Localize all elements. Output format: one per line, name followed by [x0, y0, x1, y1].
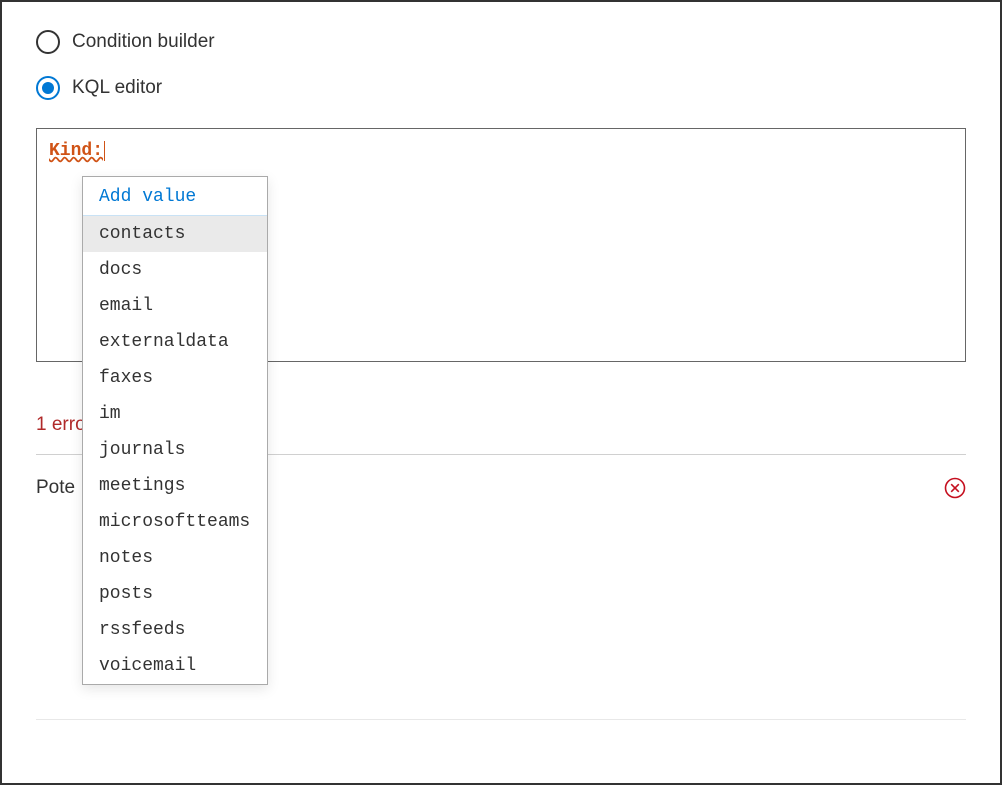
autocomplete-dropdown: Add value contacts docs email externalda… [82, 176, 268, 685]
dropdown-item-voicemail[interactable]: voicemail [83, 648, 267, 684]
dropdown-item-journals[interactable]: journals [83, 432, 267, 468]
dropdown-item-meetings[interactable]: meetings [83, 468, 267, 504]
condition-builder-label: Condition builder [72, 31, 215, 53]
dropdown-item-notes[interactable]: notes [83, 540, 267, 576]
radio-icon [36, 76, 60, 100]
dropdown-item-posts[interactable]: posts [83, 576, 267, 612]
kql-editor-radio[interactable]: KQL editor [36, 76, 966, 100]
dropdown-item-rssfeeds[interactable]: rssfeeds [83, 612, 267, 648]
dropdown-item-faxes[interactable]: faxes [83, 360, 267, 396]
dropdown-item-im[interactable]: im [83, 396, 267, 432]
dropdown-item-microsoftteams[interactable]: microsoftteams [83, 504, 267, 540]
dropdown-item-externaldata[interactable]: externaldata [83, 324, 267, 360]
dropdown-header: Add value [83, 177, 267, 216]
kql-editor-label: KQL editor [72, 77, 162, 99]
error-circle-icon[interactable] [944, 477, 966, 499]
condition-builder-radio[interactable]: Condition builder [36, 30, 966, 54]
dropdown-item-contacts[interactable]: contacts [83, 216, 267, 252]
kql-keyword: Kind: [49, 141, 103, 161]
dropdown-item-email[interactable]: email [83, 288, 267, 324]
radio-icon [36, 30, 60, 54]
potential-label: Pote [36, 477, 75, 499]
editor-mode-radio-group: Condition builder KQL editor [36, 30, 966, 100]
text-cursor [104, 141, 105, 161]
divider [36, 719, 966, 720]
radio-dot-icon [42, 82, 54, 94]
dropdown-item-docs[interactable]: docs [83, 252, 267, 288]
